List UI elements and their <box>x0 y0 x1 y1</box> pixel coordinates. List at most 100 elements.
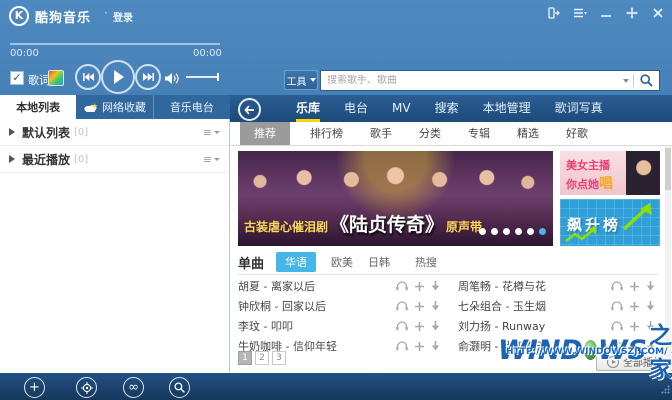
download-icon[interactable] <box>646 321 655 331</box>
carousel-dot[interactable] <box>515 228 522 235</box>
page-button-1[interactable]: 1 <box>238 351 252 365</box>
promo-banner-soaring-chart[interactable]: 飙升榜 <box>560 199 660 246</box>
sidebar-tab-local-list[interactable]: 本地列表 <box>0 95 76 119</box>
volume-slider[interactable] <box>186 76 218 78</box>
genre-tab-hot[interactable]: 热搜 <box>415 254 437 270</box>
download-icon[interactable] <box>646 341 655 351</box>
carousel-dot[interactable] <box>527 228 534 235</box>
link-mode-button[interactable]: ∞ <box>123 377 144 398</box>
listen-icon[interactable] <box>611 341 623 351</box>
carousel-dot-active[interactable] <box>539 228 546 235</box>
carousel-dot[interactable] <box>479 228 486 235</box>
listen-icon[interactable] <box>396 301 408 311</box>
subnav-tab-artists[interactable]: 歌手 <box>370 122 392 145</box>
back-button[interactable] <box>238 98 261 121</box>
song-title[interactable]: 胡夏 - 离家以后 <box>238 278 315 294</box>
playlist-menu-icon[interactable]: ≡ <box>203 153 220 166</box>
add-icon[interactable] <box>415 282 424 291</box>
page-button-3[interactable]: 3 <box>272 351 286 365</box>
expand-arrow-icon[interactable] <box>9 155 15 163</box>
download-icon[interactable] <box>431 281 440 291</box>
playlist-menu-icon[interactable]: ≡ <box>203 126 220 139</box>
add-icon[interactable] <box>415 302 424 311</box>
add-icon[interactable] <box>630 322 639 331</box>
mini-player-icon[interactable] <box>546 6 562 20</box>
listen-icon[interactable] <box>396 281 408 291</box>
nav-tab-library[interactable]: 乐库 <box>296 95 320 122</box>
download-icon[interactable] <box>431 301 440 311</box>
subnav-tab-featured[interactable]: 精选 <box>517 122 539 145</box>
subnav-tab-categories[interactable]: 分类 <box>419 122 441 145</box>
add-icon[interactable] <box>415 322 424 331</box>
song-title[interactable]: 李玟 - 叩叩 <box>238 318 293 334</box>
playlist-item-recent[interactable]: 最近播放 [0] ≡ <box>0 146 229 173</box>
resize-grip[interactable] <box>661 379 670 398</box>
song-title[interactable]: 俞灏明 - 我和春天 <box>458 338 546 354</box>
nav-tab-mv[interactable]: MV <box>392 95 411 119</box>
listen-icon[interactable] <box>396 341 408 351</box>
sidebar-tab-music-radio[interactable]: 音乐电台 <box>153 95 230 119</box>
locate-playing-button[interactable] <box>76 377 97 398</box>
download-icon[interactable] <box>646 301 655 311</box>
maximize-icon[interactable] <box>624 6 640 20</box>
add-icon[interactable] <box>415 342 424 351</box>
login-link[interactable]: 登录 <box>113 9 133 24</box>
nav-tab-radio[interactable]: 电台 <box>344 95 368 119</box>
search-history-chevron-icon[interactable] <box>623 79 629 83</box>
play-button[interactable] <box>101 60 135 94</box>
song-title[interactable]: 七朵组合 - 玉生烟 <box>458 298 546 314</box>
nav-tab-search[interactable]: 搜索 <box>435 95 459 119</box>
next-button[interactable] <box>135 64 161 90</box>
subnav-tab-recommend[interactable]: 推荐 <box>240 122 290 145</box>
subnav-tab-albums[interactable]: 专辑 <box>468 122 490 145</box>
tools-label: 工具 <box>287 73 307 88</box>
download-icon[interactable] <box>646 281 655 291</box>
listen-icon[interactable] <box>611 301 623 311</box>
banner-suffix: 原声带 <box>446 218 482 235</box>
tools-button[interactable]: 工具 <box>284 70 318 90</box>
carousel-dot[interactable] <box>503 228 510 235</box>
previous-button[interactable] <box>75 64 101 90</box>
expand-arrow-icon[interactable] <box>9 128 15 136</box>
subnav-tab-charts[interactable]: 排行榜 <box>310 122 343 145</box>
song-title[interactable]: 周笔畅 - 花樽与花 <box>458 278 546 294</box>
lyrics-checkbox[interactable]: ✓ <box>10 71 24 85</box>
volume-slider-handle[interactable] <box>217 73 219 81</box>
page-button-2[interactable]: 2 <box>255 351 269 365</box>
promo-banner-live-singer[interactable]: 美女主播 你点她唱 <box>560 151 660 195</box>
download-icon[interactable] <box>431 341 440 351</box>
scrollbar-thumb[interactable] <box>665 148 671 190</box>
sidebar-tab-label: 音乐电台 <box>170 99 214 115</box>
search-input[interactable] <box>321 75 619 86</box>
genre-tab-chinese[interactable]: 华语 <box>276 252 316 272</box>
minimize-icon[interactable] <box>598 6 614 20</box>
search-music-button[interactable] <box>169 377 190 398</box>
content-scrollbar[interactable] <box>665 146 671 373</box>
genre-tab-western[interactable]: 欧美 <box>331 254 353 270</box>
subnav-tab-good-songs[interactable]: 好歌 <box>566 122 588 145</box>
close-icon[interactable] <box>650 6 666 20</box>
progress-bar[interactable] <box>10 43 220 45</box>
sidebar-tab-cloud-favorites[interactable]: 网络收藏 <box>76 95 152 119</box>
listen-icon[interactable] <box>611 321 623 331</box>
song-title[interactable]: 刘力扬 - Runway <box>458 318 545 334</box>
volume-icon[interactable] <box>165 70 180 89</box>
nav-tab-local-manage[interactable]: 本地管理 <box>483 95 531 119</box>
listen-icon[interactable] <box>396 321 408 331</box>
nav-tab-lyrics-photo[interactable]: 歌词写真 <box>555 95 603 119</box>
carousel-dot[interactable] <box>491 228 498 235</box>
promo-banner-luzhen[interactable]: 古装虐心催泪剧 《陆贞传奇》 原声带 <box>238 151 553 246</box>
song-title[interactable]: 钟欣桐 - 回家以后 <box>238 298 326 314</box>
listen-icon[interactable] <box>611 281 623 291</box>
playlist-item-default[interactable]: 默认列表 [0] ≡ <box>0 119 229 146</box>
download-icon[interactable] <box>431 321 440 331</box>
genre-tab-japankorea[interactable]: 日韩 <box>368 254 390 270</box>
add-music-button[interactable]: + <box>24 377 45 398</box>
add-icon[interactable] <box>630 282 639 291</box>
add-icon[interactable] <box>630 302 639 311</box>
skin-photo-icon[interactable] <box>48 70 64 86</box>
search-button[interactable] <box>634 74 659 87</box>
main-menu-icon[interactable] <box>572 6 588 20</box>
add-icon[interactable] <box>630 342 639 351</box>
play-all-button[interactable]: 全部播放 <box>596 352 672 371</box>
